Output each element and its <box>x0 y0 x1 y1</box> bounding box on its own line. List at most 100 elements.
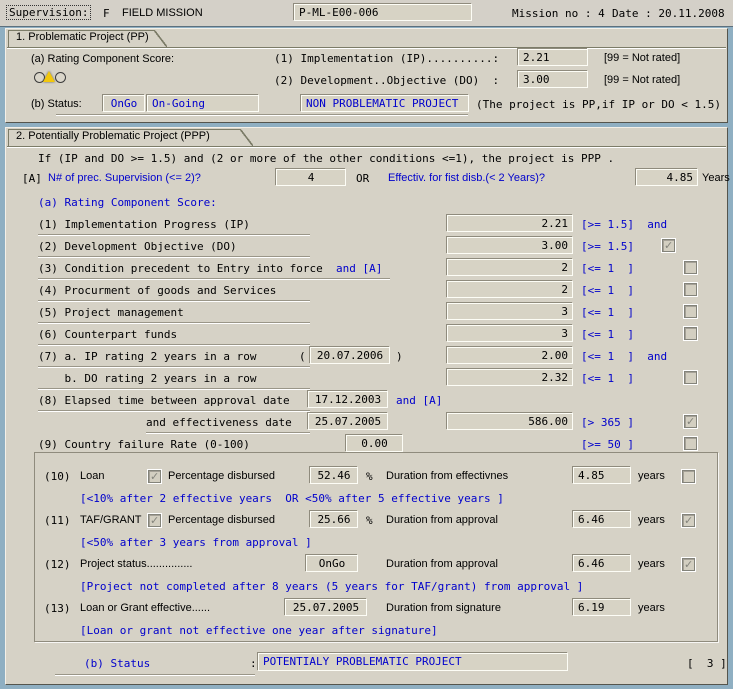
warning-triangle-icon <box>43 71 55 82</box>
ppp-status-label: (b) Status <box>84 657 150 670</box>
row7a-label: (7) a. IP rating 2 years in a row <box>38 350 257 363</box>
ppp-status-field[interactable]: POTENTIALY PROBLEMATIC PROJECT <box>258 653 568 671</box>
row4-value-field[interactable]: 2 <box>447 281 573 298</box>
row2-checkbox[interactable] <box>662 239 675 252</box>
row10-pct-unit: % <box>366 470 373 483</box>
row13-hint: [Loan or grant not effective one year af… <box>80 624 438 637</box>
row11-checkbox[interactable] <box>682 514 695 527</box>
row10-loan-checkbox[interactable] <box>148 470 161 483</box>
section2-tab-slant <box>240 129 253 146</box>
row12-checkbox[interactable] <box>682 558 695 571</box>
row8b-date-field[interactable]: 25.07.2005 <box>308 413 388 430</box>
row13-dur-label: Duration from signature <box>386 602 501 614</box>
project-code-field[interactable]: P-ML-E00-006 <box>294 4 472 21</box>
row5-label: (5) Project management <box>38 306 184 319</box>
section-problematic-project: 1. Problematic Project (PP) (a) Rating C… <box>5 28 728 123</box>
row12-status-field[interactable]: OnGo <box>306 555 358 572</box>
row4-label: (4) Procurment of goods and Services <box>38 284 276 297</box>
row4-checkbox[interactable] <box>684 283 697 296</box>
row9-checkbox[interactable] <box>684 437 697 450</box>
supervision-label[interactable]: Supervision: <box>6 5 91 20</box>
row1-value-field[interactable]: 2.21 <box>447 215 573 232</box>
row5-condition: [<= 1 ] <box>581 306 634 319</box>
row12-status-label: Project status............... <box>80 558 192 570</box>
divider <box>56 114 468 116</box>
ip-value-field[interactable]: 2.21 <box>518 49 588 66</box>
status-label: (b) Status: <box>31 98 82 110</box>
row6-condition: [<= 1 ] <box>581 328 634 341</box>
row10-num: (10) <box>44 470 71 483</box>
divider <box>38 410 310 412</box>
row13-dur-field[interactable]: 6.19 <box>573 599 631 616</box>
prev-supervision-field[interactable]: 4 <box>276 169 346 186</box>
divider <box>38 344 310 346</box>
row7a-paren-open: ( <box>299 350 306 363</box>
row6-checkbox[interactable] <box>684 327 697 340</box>
row3-checkbox[interactable] <box>684 261 697 274</box>
ppp-intro-text: If (IP and DO >= 1.5) and (2 or more of … <box>38 152 614 165</box>
status-text-field[interactable]: On-Going <box>147 95 259 112</box>
row2-value-field[interactable]: 3.00 <box>447 237 573 254</box>
row7a-value-field[interactable]: 2.00 <box>447 347 573 364</box>
ip-label: (1) Implementation (IP)..........: <box>274 52 499 65</box>
row9-value-field[interactable]: 0.00 <box>346 435 403 452</box>
row5-checkbox[interactable] <box>684 305 697 318</box>
or-label: OR <box>356 172 369 185</box>
ppp-status-colon: : <box>250 657 257 670</box>
row13-date-field[interactable]: 25.07.2005 <box>285 599 367 616</box>
row7b-label: b. DO rating 2 years in a row <box>38 372 257 385</box>
row3-value-field[interactable]: 2 <box>447 259 573 276</box>
row11-dur-field[interactable]: 6.46 <box>573 511 631 528</box>
row1-condition: [>= 1.5] and <box>581 218 667 231</box>
row13-dur-unit: years <box>638 602 665 614</box>
row4-condition: [<= 1 ] <box>581 284 634 297</box>
row7a-date-field[interactable]: 20.07.2006 <box>310 347 390 364</box>
row11-hint: [<50% after 3 years from approval ] <box>80 536 312 549</box>
do-value-field[interactable]: 3.00 <box>518 71 588 88</box>
row7b-condition: [<= 1 ] <box>581 372 634 385</box>
years-unit-label: Years <box>702 172 730 184</box>
divider <box>38 388 310 390</box>
row5-value-field[interactable]: 3 <box>447 303 573 320</box>
row12-hint: [Project not completed after 8 years (5 … <box>80 580 583 593</box>
row11-dur-label: Duration from approval <box>386 514 498 526</box>
rating-score-label: (a) Rating Component Score: <box>31 53 174 65</box>
row9-condition: [>= 50 ] <box>581 438 634 451</box>
row13-num: (13) <box>44 602 71 615</box>
rating-score-label-2: (a) Rating Component Score: <box>38 196 217 209</box>
row7a-condition: [<= 1 ] and <box>581 350 667 363</box>
divider <box>38 322 310 324</box>
status-circle-icon <box>55 72 66 83</box>
row7b-checkbox[interactable] <box>684 371 697 384</box>
row11-pct-field[interactable]: 25.66 <box>310 511 358 528</box>
divider <box>55 674 255 676</box>
row10-dur-field[interactable]: 4.85 <box>573 467 631 484</box>
divider <box>38 234 310 236</box>
pp-rule-note: (The project is PP,if IP or DO < 1.5) <box>476 98 721 111</box>
divider <box>38 278 390 280</box>
row8b-checkbox[interactable] <box>684 415 697 428</box>
row12-num: (12) <box>44 558 71 571</box>
do-label: (2) Development..Objective (DO) : <box>274 74 499 87</box>
row11-taf-checkbox[interactable] <box>148 514 161 527</box>
row8a-date-field[interactable]: 17.12.2003 <box>308 391 388 408</box>
row10-checkbox[interactable] <box>682 470 695 483</box>
row10-loan-label: Loan <box>80 470 104 482</box>
row10-pct-field[interactable]: 52.46 <box>310 467 358 484</box>
date-label: Date : 20.11.2008 <box>612 7 725 20</box>
divider <box>38 256 310 258</box>
row7b-value-field[interactable]: 2.32 <box>447 369 573 386</box>
row12-dur-label: Duration from approval <box>386 558 498 570</box>
row8b-value-field[interactable]: 586.00 <box>447 413 573 430</box>
mission-no-label: Mission no : 4 <box>512 7 605 20</box>
row11-dur-unit: years <box>638 514 665 526</box>
row1-label: (1) Implementation Progress (IP) <box>38 218 250 231</box>
row6-value-field[interactable]: 3 <box>447 325 573 342</box>
row12-dur-field[interactable]: 6.46 <box>573 555 631 572</box>
row6-label: (6) Counterpart funds <box>38 328 177 341</box>
effectiv-years-field[interactable]: 4.85 <box>636 169 698 186</box>
status-code-field[interactable]: OnGo <box>103 95 145 112</box>
pp-result-field[interactable]: NON PROBLEMATIC PROJECT <box>301 95 469 112</box>
prev-supervision-question: N# of prec. Supervision (<= 2)? <box>48 172 201 184</box>
row10-hint: [<10% after 2 effective years OR <50% af… <box>80 492 504 505</box>
